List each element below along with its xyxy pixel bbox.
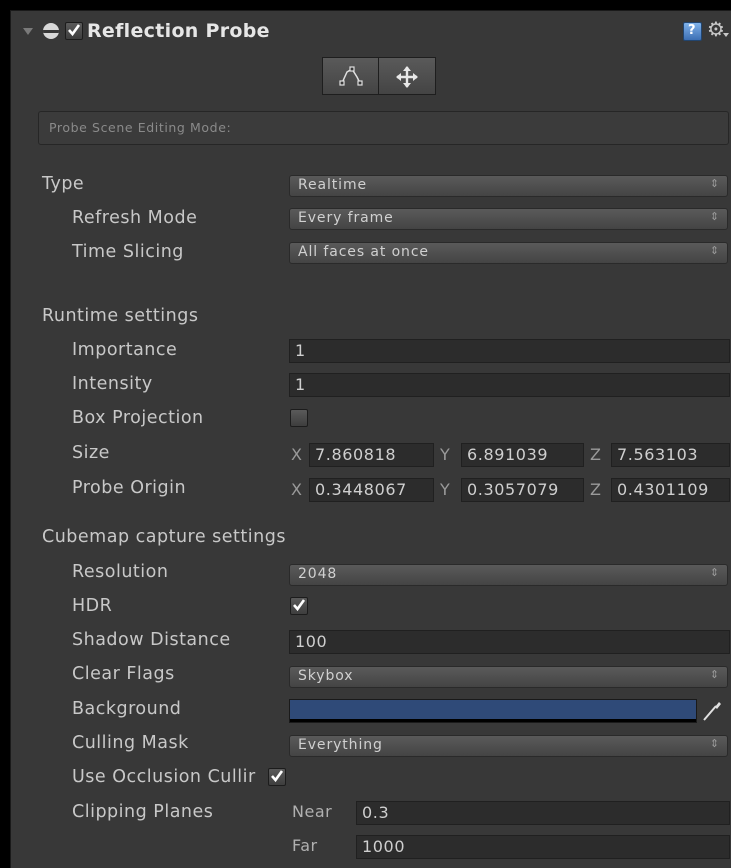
near-value: 0.3 [362,803,390,822]
size-y-field[interactable]: 6.891039 [461,443,584,467]
gear-icon[interactable]: ⚙ [707,17,725,41]
size-y-label: Y [440,445,450,464]
refresh-mode-label: Refresh Mode [72,208,198,228]
origin-x-value: 0.3448067 [315,480,407,499]
size-x-value: 7.860818 [315,445,397,464]
size-z-field[interactable]: 7.563103 [611,443,730,467]
foldout-triangle-icon[interactable] [23,28,33,35]
cubemap-settings-heading: Cubemap capture settings [42,527,286,547]
inspector-panel: Reflection Probe ⚙ Probe Scene Editing M… [10,10,731,868]
background-label: Background [72,699,182,719]
move-origin-icon [396,66,418,88]
size-y-value: 6.891039 [467,445,549,464]
near-label: Near [292,802,333,821]
alpha-bar [290,719,696,722]
far-field[interactable]: 1000 [356,835,730,859]
type-label: Type [42,174,85,194]
far-value: 1000 [362,837,406,856]
size-label: Size [72,443,110,463]
hdr-label: HDR [72,596,113,616]
culling-mask-value: Everything [298,737,383,753]
help-book-icon[interactable] [683,22,702,41]
refresh-mode-value: Every frame [298,210,394,226]
origin-x-field[interactable]: 0.3448067 [309,478,434,502]
type-dropdown[interactable]: Realtime ⇕ [289,175,728,197]
checkmark-icon [293,599,306,612]
clear-flags-label: Clear Flags [72,664,175,684]
resolution-dropdown[interactable]: 2048 ⇕ [289,564,728,586]
clear-flags-value: Skybox [298,668,354,684]
intensity-value: 1 [295,375,306,394]
probe-scene-editing-mode-label: Probe Scene Editing Mode: [49,120,232,135]
background-color-swatch[interactable] [289,699,697,723]
edit-bounds-icon [339,66,363,86]
shadow-distance-field[interactable]: 100 [289,630,730,654]
refresh-mode-dropdown[interactable]: Every frame ⇕ [289,208,728,230]
hdr-checkbox[interactable] [290,597,308,615]
dropdown-arrow-icon: ⇕ [709,566,720,579]
resolution-label: Resolution [72,562,169,582]
size-x-label: X [291,445,302,464]
runtime-settings-heading: Runtime settings [42,306,199,326]
size-x-field[interactable]: 7.860818 [309,443,434,467]
dropdown-arrow-icon: ⇕ [709,210,720,223]
importance-value: 1 [295,341,306,360]
dropdown-arrow-icon: ⇕ [709,244,720,257]
component-enabled-checkbox[interactable] [65,22,83,40]
time-slicing-dropdown[interactable]: All faces at once ⇕ [289,242,728,264]
far-label: Far [292,836,318,855]
use-occlusion-checkbox[interactable] [268,768,286,786]
probe-origin-label: Probe Origin [72,478,187,498]
type-value: Realtime [298,177,368,193]
settings-dropdown-arrow-icon [723,33,729,37]
edit-bounds-button[interactable] [322,57,380,95]
clear-flags-dropdown[interactable]: Skybox ⇕ [289,666,728,688]
clipping-planes-label: Clipping Planes [72,802,214,822]
culling-mask-dropdown[interactable]: Everything ⇕ [289,735,728,757]
origin-z-value: 0.4301109 [617,480,709,499]
eyedropper-icon[interactable] [701,699,723,723]
dropdown-arrow-icon: ⇕ [709,737,720,750]
origin-y-label: Y [440,480,450,499]
importance-label: Importance [72,340,178,360]
importance-field[interactable]: 1 [289,339,730,363]
origin-x-label: X [291,480,302,499]
shadow-distance-label: Shadow Distance [72,630,231,650]
origin-z-label: Z [590,480,601,499]
use-occlusion-label: Use Occlusion Cullir [72,767,256,787]
box-projection-checkbox[interactable] [290,409,308,427]
dropdown-arrow-icon: ⇕ [709,177,720,190]
box-projection-label: Box Projection [72,408,204,428]
move-origin-button[interactable] [378,57,436,95]
near-field[interactable]: 0.3 [356,801,730,825]
component-title: Reflection Probe [87,20,270,42]
checkmark-icon [271,770,284,783]
shadow-distance-value: 100 [295,632,328,651]
component-header: Reflection Probe ⚙ [11,11,731,51]
origin-z-field[interactable]: 0.4301109 [611,478,730,502]
size-z-label: Z [590,445,601,464]
intensity-field[interactable]: 1 [289,373,730,397]
probe-scene-editing-mode-box: Probe Scene Editing Mode: [38,111,729,145]
dropdown-arrow-icon: ⇕ [709,668,720,681]
origin-y-field[interactable]: 0.3057079 [461,478,584,502]
checkmark-icon [68,24,81,37]
time-slicing-value: All faces at once [298,244,429,260]
culling-mask-label: Culling Mask [72,733,189,753]
resolution-value: 2048 [298,566,338,582]
intensity-label: Intensity [72,374,153,394]
size-z-value: 7.563103 [617,445,699,464]
origin-y-value: 0.3057079 [467,480,559,499]
reflection-probe-icon [43,23,59,39]
time-slicing-label: Time Slicing [72,242,184,262]
